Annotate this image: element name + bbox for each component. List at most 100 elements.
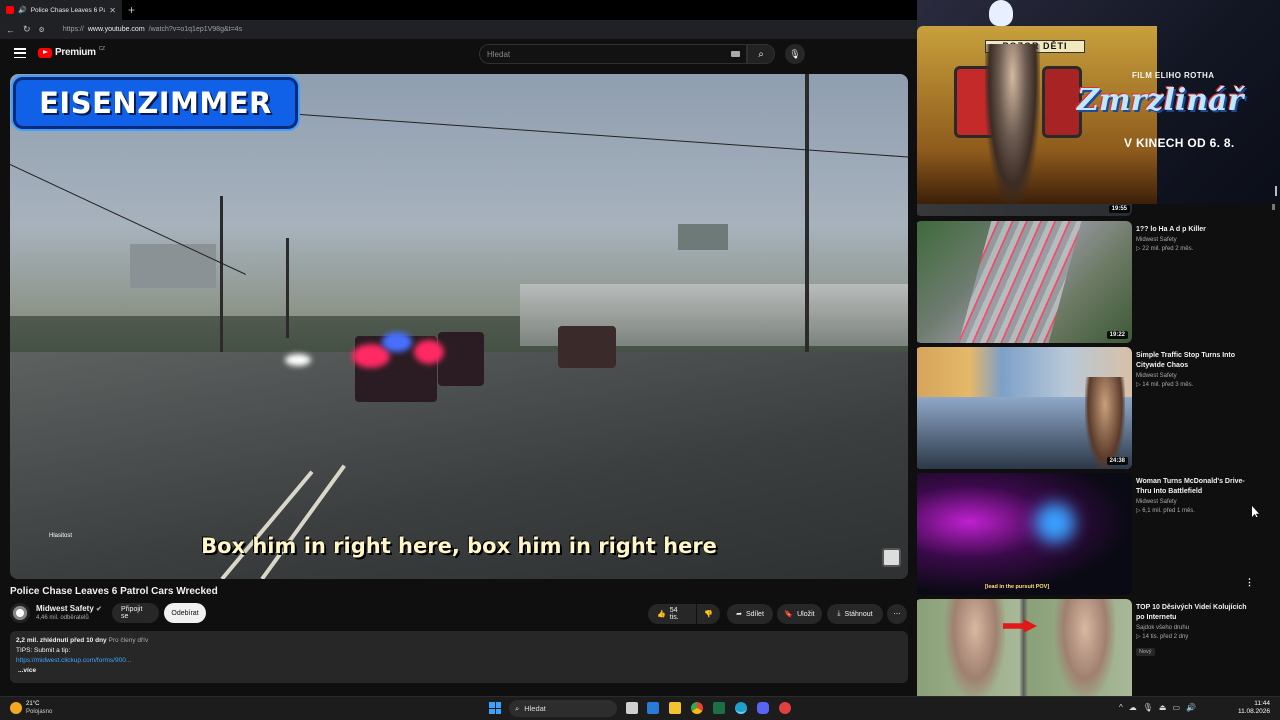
scrollbar-thumb[interactable] (1272, 204, 1275, 210)
more-vertical-icon[interactable]: ⋮ (1245, 577, 1254, 588)
recommendation-meta: ▷ 6,1 mil. před 1 měs. (1136, 508, 1195, 514)
recommendation-title[interactable]: TOP 10 Děsivých Videí Kolujících po Inte… (1136, 603, 1254, 623)
channel-avatar[interactable] (10, 603, 30, 623)
like-button[interactable]: 👍 54 tis. (648, 604, 696, 624)
views-date: 2,2 mil. zhlédnutí před 10 dny (16, 637, 107, 644)
dislike-button[interactable]: 👎 (697, 604, 720, 624)
discord-icon[interactable] (757, 702, 769, 714)
channel-name[interactable]: Midwest Safety ✔ (36, 604, 102, 613)
recommendation-thumbnail[interactable]: [lead in the pursuit POV] (917, 473, 1132, 595)
video-siren-light (414, 340, 444, 364)
app-icon[interactable] (779, 702, 791, 714)
description-box[interactable]: 2,2 mil. zhlédnutí před 10 dny Pro členy… (10, 631, 908, 683)
recommendation-info: Simple Traffic Stop Turns Into Citywide … (1136, 351, 1254, 388)
recommendation-channel[interactable]: Midwest Safety (1136, 499, 1254, 505)
recommendation-item[interactable]: 19:55 (917, 204, 1280, 218)
channel-watermark-icon[interactable] (882, 548, 901, 567)
reload-icon[interactable]: ↻ (23, 24, 31, 35)
close-tab-icon[interactable]: ✕ (109, 6, 116, 15)
browser-tab[interactable]: 🔊 Police Chase Leaves 6 Patrol C... ✕ (0, 0, 122, 20)
thumbs-up-icon: 👍 (657, 611, 666, 618)
search-button[interactable]: ⌕ (747, 44, 775, 64)
members-first: Pro členy dřív (108, 637, 149, 644)
chevron-up-icon[interactable]: ^ (1119, 703, 1123, 712)
url-prefix: https:// (62, 26, 84, 33)
description-meta: 2,2 mil. zhlédnutí před 10 dny Pro členy… (16, 636, 902, 646)
chrome-icon[interactable] (691, 702, 703, 714)
recommendation-meta: ▷ 14 mil. před 3 měs. (1136, 382, 1194, 388)
recommendation-channel[interactable]: Midwest Safety (1136, 237, 1254, 243)
download-icon: ⤓ (837, 610, 841, 617)
site-info-icon[interactable]: ⚙ (39, 26, 45, 34)
recommendation-channel[interactable]: Midwest Safety (1136, 373, 1254, 379)
ad-film-by: FILM ELIHO ROTHA (1132, 71, 1215, 80)
youtube-play-icon (38, 47, 52, 58)
duration-badge: 24:38 (1106, 457, 1128, 465)
file-explorer-icon[interactable] (669, 702, 681, 714)
duration-badge: 19:22 (1106, 331, 1128, 339)
pursuit-overlay-text: [lead in the pursuit POV] (985, 584, 1050, 590)
video-wire (299, 114, 908, 158)
clock-date: 11.08.2026 (1237, 708, 1270, 715)
recommendation-item[interactable]: [lead in the pursuit POV] Woman Turns Mc… (917, 473, 1280, 595)
edge-icon[interactable] (735, 702, 747, 714)
microphone-icon[interactable]: 🎙 (1143, 703, 1153, 712)
description-link[interactable]: https://midwest.clickup.com/forms/900... (16, 657, 131, 664)
subscribe-button[interactable]: Odebírat (164, 603, 206, 623)
share-button[interactable]: ➦ Sdílet (727, 604, 773, 624)
weather-widget[interactable]: 21°C Polojasno (10, 700, 52, 716)
url-domain: www.youtube.com (87, 26, 145, 33)
cloud-icon[interactable]: ☁ (1129, 703, 1137, 712)
taskbar-search[interactable]: ⌕ Hledat (509, 700, 617, 717)
speaker-icon[interactable]: 🔊 (18, 6, 27, 14)
address-bar[interactable]: https://www.youtube.com/watch?v=o1q1ep1V… (57, 23, 248, 37)
back-icon[interactable]: ← (6, 25, 15, 35)
video-sign (130, 244, 216, 288)
recommendation-channel[interactable]: Sajdok všeho druhu (1136, 625, 1254, 631)
recommendation-thumbnail[interactable]: 24:38 (917, 347, 1132, 469)
video-sign (678, 224, 728, 250)
taskbar-search-label: Hledat (524, 704, 546, 713)
previous-duration: 19:55 (1108, 205, 1130, 213)
ad-banner[interactable]: POZOR DĚTI FILM ELIHO ROTHA Zmrzlinář V … (917, 0, 1280, 204)
excel-icon[interactable] (713, 702, 725, 714)
hamburger-menu-icon[interactable] (14, 48, 26, 58)
network-icon[interactable]: ▭ (1172, 703, 1180, 712)
show-more-button[interactable]: ...více (18, 666, 902, 676)
recommendation-item[interactable]: 24:38 Simple Traffic Stop Turns Into Cit… (917, 347, 1280, 469)
recommendation-title[interactable]: Woman Turns McDonald's Drive-Thru Into B… (1136, 477, 1254, 497)
recommendation-title[interactable]: 1?? lo Ha A d p Killer (1136, 225, 1254, 235)
keyboard-icon[interactable] (731, 51, 740, 57)
video-police-car (438, 332, 484, 386)
new-tab-button[interactable]: + (128, 3, 135, 17)
highway-traffic (958, 221, 1082, 343)
recommendation-item[interactable]: TOP 10 Děsivých Videí Kolujících po Inte… (917, 599, 1280, 696)
windows-start-icon[interactable] (489, 702, 501, 714)
volume-icon[interactable]: 🔊 (1186, 703, 1196, 712)
address-bar-row: ← ↻ ⚙ https://www.youtube.com/watch?v=o1… (0, 20, 917, 39)
recommendation-thumbnail[interactable] (917, 599, 1132, 696)
search-input[interactable]: Hledat (479, 44, 747, 64)
person-figure (1085, 377, 1125, 469)
logo-country: CZ (98, 45, 105, 52)
taskbar-clock[interactable]: 11:44 11.08.2026 (1238, 700, 1270, 716)
voice-search-button[interactable]: 🎙 (785, 44, 805, 64)
video-player[interactable]: EISENZIMMER Hlasitost Box him in right h… (10, 74, 908, 579)
mail-app-icon[interactable] (647, 702, 659, 714)
recommendation-title[interactable]: Simple Traffic Stop Turns Into Citywide … (1136, 351, 1254, 371)
recommendation-thumbnail[interactable]: 19:22 (917, 221, 1132, 343)
task-view-icon[interactable] (626, 702, 638, 714)
recommendation-item[interactable]: 19:22 1?? lo Ha A d p Killer Midwest Saf… (917, 221, 1280, 343)
subscriber-count: 4,46 mil. odběratelů (36, 615, 89, 621)
save-button[interactable]: 🔖 Uložit (777, 604, 822, 624)
browser-tab-strip: 🔊 Police Chase Leaves 6 Patrol C... ✕ + (0, 0, 917, 20)
youtube-premium-logo[interactable]: Premium CZ (38, 45, 105, 58)
usb-icon[interactable]: ⏏ (1159, 703, 1167, 712)
description-line: TIPS: Submit a tip: (16, 647, 71, 654)
more-actions-button[interactable]: ⋯ (887, 604, 907, 624)
join-button[interactable]: Připojit se (112, 603, 159, 623)
windows-taskbar: 21°C Polojasno ⌕ Hledat ^ ☁ 🎙 ⏏ ▭ 🔊 11:4… (0, 696, 1280, 720)
recommendation-meta: ▷ 14 tis. před 2 dny (1136, 634, 1189, 640)
system-tray: ^ ☁ 🎙 ⏏ ▭ 🔊 (1119, 703, 1196, 712)
download-button[interactable]: ⤓ Stáhnout (827, 604, 883, 624)
